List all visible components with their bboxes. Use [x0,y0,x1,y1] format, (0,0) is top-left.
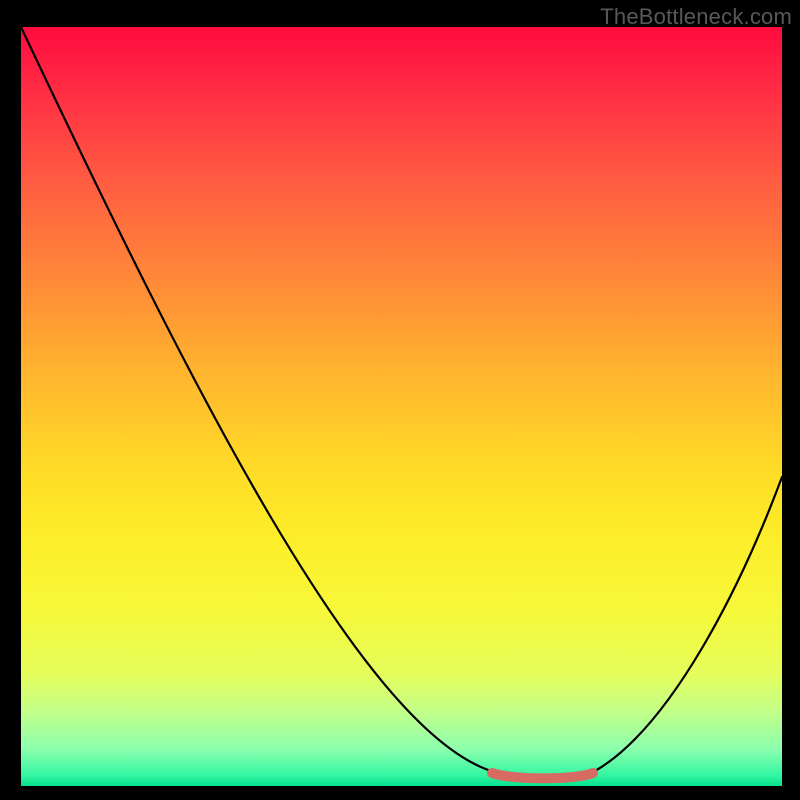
sweet-spot-segment [492,773,593,778]
plot-area [21,27,782,786]
chart-frame: TheBottleneck.com [0,0,800,800]
bottleneck-curve [21,27,782,776]
watermark-text: TheBottleneck.com [600,4,792,30]
curve-layer [21,27,782,786]
